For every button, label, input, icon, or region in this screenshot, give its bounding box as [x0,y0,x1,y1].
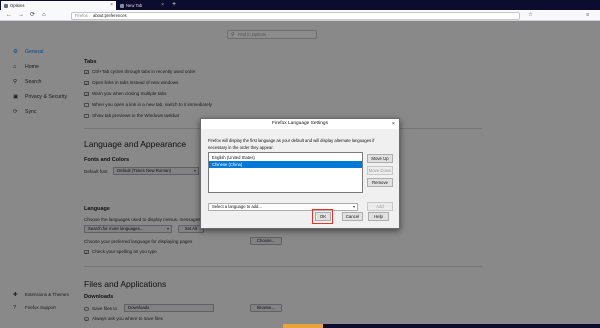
tab-options[interactable]: Options × [1,1,116,10]
close-icon[interactable]: × [392,119,395,129]
menu-icon[interactable]: ≡ [586,11,589,20]
taskbar-strip [283,324,600,328]
gear-icon [4,3,8,8]
add-language-select[interactable]: Select a language to add... ▾ [208,203,358,211]
bookmark-star-icon[interactable]: ☆ [528,11,533,20]
close-tab-icon[interactable]: × [161,1,164,10]
remove-button[interactable]: Remove [367,178,393,187]
url-text: about:preferences [92,12,127,18]
language-list[interactable]: English (United States) Chinese (China) [208,152,363,193]
tab-bar: Options × New Tab × + [0,0,600,10]
dialog-title: Firefox Language Settings × [201,119,399,129]
language-list-item[interactable]: Chinese (China) [209,161,362,168]
move-down-button[interactable]: Move Down [367,166,393,175]
new-tab-button[interactable]: + [170,0,178,10]
taskbar-accent [283,324,323,328]
forward-button[interactable]: → [18,11,24,20]
url-bar[interactable]: Firefox about:preferences [71,11,520,20]
add-button[interactable]: Add [367,202,393,211]
select-value: Select a language to add... [212,204,262,209]
tab-label: Options [10,3,25,8]
nav-bar: ← → ⟳ ⌂ Firefox about:preferences ☆ ≡ [0,10,600,21]
close-tab-icon[interactable]: × [110,1,113,10]
help-button[interactable]: Help [368,212,389,221]
ok-highlight-box [312,209,333,224]
chevron-down-icon: ▾ [352,204,355,209]
move-up-button[interactable]: Move Up [367,154,393,163]
dialog-title-text: Firefox Language Settings [271,121,328,126]
tab-new-tab[interactable]: New Tab × [117,1,167,10]
back-button[interactable]: ← [6,11,12,20]
language-settings-dialog: Firefox Language Settings × Firefox will… [200,118,400,229]
cancel-button[interactable]: Cancel [342,212,363,221]
reload-button[interactable]: ⟳ [30,11,35,20]
home-button[interactable]: ⌂ [42,11,46,20]
language-list-item[interactable]: English (United States) [209,154,362,161]
dialog-description: Firefox will display the first language … [208,138,375,150]
tab-label: New Tab [126,3,143,8]
firefox-icon [120,3,124,8]
url-identity: Firefox [75,12,88,18]
